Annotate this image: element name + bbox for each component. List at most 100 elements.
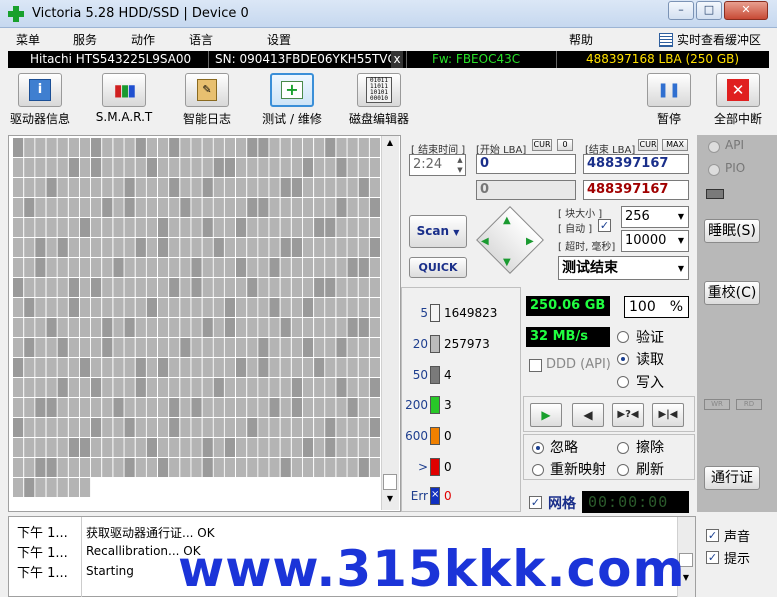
test-repair-button[interactable]: + 测试 / 维修 (254, 73, 330, 127)
map-block (13, 138, 24, 157)
map-block (258, 298, 269, 317)
map-scrollbar[interactable]: ▲ ▼ (381, 136, 399, 510)
cur-value-button[interactable]: 0 (557, 139, 573, 151)
map-block (213, 258, 224, 277)
erase-radio[interactable] (617, 442, 629, 454)
remap-radio[interactable] (532, 464, 544, 476)
map-block (57, 378, 68, 397)
realtime-buffer-view[interactable]: 实时查看缓冲区 (677, 31, 761, 48)
menu-item-action[interactable]: 动作 (131, 31, 155, 48)
grid-checkbox[interactable]: ✓ (529, 496, 542, 509)
map-block (258, 338, 269, 357)
device-firmware: Fw: FBEOC43C (432, 52, 521, 66)
map-block (314, 418, 325, 437)
sound-checkbox[interactable]: ✓ (706, 529, 719, 542)
status-select[interactable]: 测试结束 ▼ (558, 256, 689, 280)
read-radio[interactable] (617, 353, 629, 365)
map-block (79, 258, 91, 277)
device-model[interactable]: Hitachi HTS543225L9SA00 (30, 51, 191, 68)
map-block (314, 338, 325, 357)
smart-button[interactable]: ▮▮▮ S.M.A.R.T (88, 73, 160, 127)
auto-label: [ 自动 ] (558, 224, 593, 235)
map-block (35, 258, 46, 277)
map-block (169, 218, 180, 237)
sleep-button[interactable]: 睡眠(S) (704, 219, 760, 243)
passport-button[interactable]: 通行证 (704, 466, 760, 490)
scan-button[interactable]: Scan ▼ (409, 215, 467, 248)
map-block (202, 338, 213, 357)
menu-item-menu[interactable]: 菜单 (16, 31, 40, 48)
start-lba-input[interactable]: 0 (476, 154, 576, 174)
map-block (180, 258, 191, 277)
block-size-select[interactable]: 256 ▼ (621, 206, 689, 228)
quick-button[interactable]: QUICK (409, 257, 467, 278)
map-block (158, 298, 169, 317)
ddd-api-checkbox[interactable] (529, 359, 542, 372)
stat-count: 4 (444, 368, 452, 382)
map-block (236, 198, 247, 217)
arrow-right-icon[interactable]: ▶ (526, 236, 534, 247)
map-block (79, 198, 91, 217)
close-button[interactable]: ✕ (724, 1, 768, 20)
timeout-select[interactable]: 10000 ▼ (621, 230, 689, 252)
arrow-left-icon[interactable]: ◀ (481, 236, 489, 247)
menu-item-service[interactable]: 服务 (73, 31, 97, 48)
auto-checkbox[interactable]: ✓ (598, 219, 611, 232)
minimize-button[interactable]: – (668, 1, 694, 20)
map-block (57, 198, 68, 217)
map-block (91, 398, 102, 417)
scroll-down-icon[interactable]: ▼ (383, 494, 397, 508)
disk-editor-button[interactable]: 01011 11011 10101 00010 磁盘编辑器 (341, 73, 417, 127)
scroll-thumb[interactable] (383, 474, 397, 490)
map-block (280, 318, 291, 337)
recalibrate-button[interactable]: 重校(C) (704, 281, 760, 305)
rd-indicator: RD (736, 399, 762, 410)
api-radio[interactable] (708, 141, 720, 153)
menu-item-language[interactable]: 语言 (189, 31, 213, 48)
arrow-up-icon[interactable]: ▲ (503, 215, 511, 226)
log-time: 下午 1... (17, 566, 68, 581)
map-block (79, 458, 91, 477)
max-button[interactable]: MAX (662, 139, 688, 151)
device-close[interactable]: x (391, 51, 403, 68)
play-forward-button[interactable]: ▶ (530, 403, 562, 427)
map-block (280, 458, 291, 477)
abort-all-button[interactable]: ✕ 全部中断 (708, 73, 768, 127)
butterfly-button[interactable]: ▶|◀ (652, 403, 684, 427)
arrow-down-icon[interactable]: ▼ (503, 257, 511, 268)
map-block (57, 218, 68, 237)
ignore-radio[interactable] (532, 442, 544, 454)
map-block (46, 218, 57, 237)
smart-log-button[interactable]: ✎ 智能日志 (172, 73, 242, 127)
map-block (180, 378, 191, 397)
verify-radio[interactable] (617, 331, 629, 343)
map-block (202, 398, 213, 417)
play-backward-button[interactable]: ◀ (572, 403, 604, 427)
menu-item-help[interactable]: 帮助 (569, 31, 593, 48)
map-block (13, 318, 24, 337)
cur-button[interactable]: CUR (532, 139, 552, 151)
map-block (13, 278, 24, 297)
map-block (269, 358, 280, 377)
buffer-view-icon[interactable] (659, 33, 673, 47)
random-seek-button[interactable]: ▶?◀ (612, 403, 644, 427)
map-block (280, 218, 291, 237)
end-lba-input[interactable]: 488397167 (583, 154, 689, 174)
scroll-up-icon[interactable]: ▲ (383, 138, 397, 152)
end-time-spinner-icon[interactable]: ▲ ▼ (455, 155, 465, 175)
menu-item-settings[interactable]: 设置 (267, 31, 291, 48)
end-cur-button[interactable]: CUR (638, 139, 658, 151)
driver-info-button[interactable]: i 驱动器信息 (4, 73, 76, 127)
pio-radio[interactable] (708, 164, 720, 176)
map-block (247, 318, 258, 337)
map-block (358, 278, 369, 297)
map-block (247, 398, 258, 417)
refresh-radio[interactable] (617, 464, 629, 476)
map-block (24, 318, 35, 337)
map-block (325, 218, 336, 237)
map-block (280, 258, 291, 277)
pause-button[interactable]: ❚❚ 暂停 (640, 73, 698, 127)
hints-checkbox[interactable]: ✓ (706, 551, 719, 564)
maximize-button[interactable]: □ (696, 1, 722, 20)
write-radio[interactable] (617, 376, 629, 388)
